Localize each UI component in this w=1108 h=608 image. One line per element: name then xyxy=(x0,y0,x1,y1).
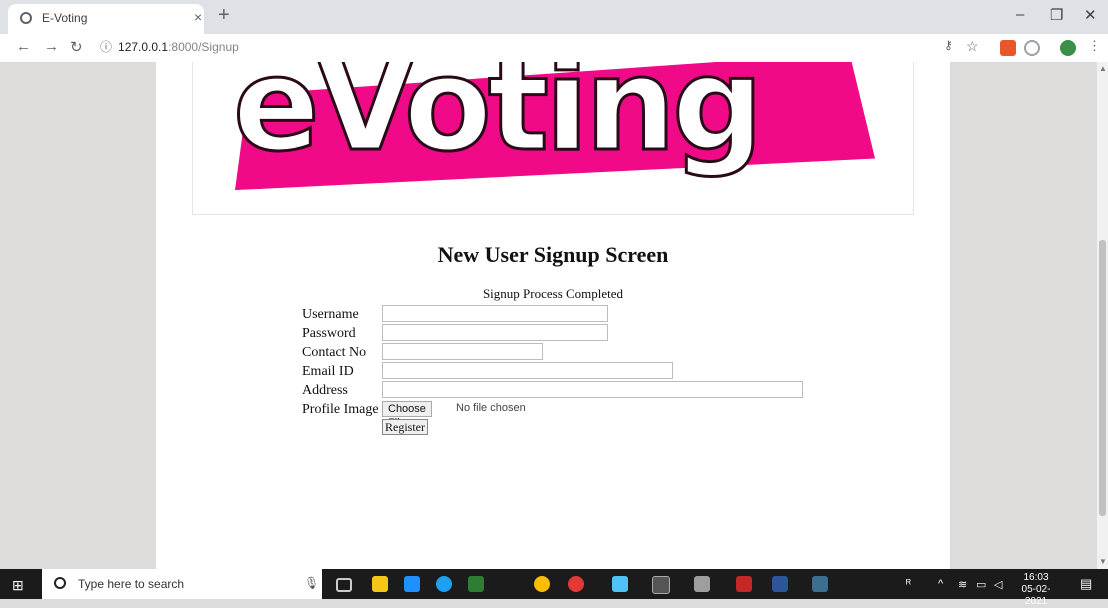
task-view-icon[interactable] xyxy=(336,578,352,592)
chrome-icon[interactable] xyxy=(534,576,550,592)
url-field[interactable]: ⓘ 127.0.0.1:8000/Signup xyxy=(100,38,920,58)
register-button[interactable]: Register xyxy=(382,419,428,435)
microphone-icon[interactable]: 🎙 xyxy=(304,576,319,590)
maximize-button[interactable]: ❐ xyxy=(1050,6,1063,24)
word-icon[interactable] xyxy=(772,576,788,592)
volume-icon[interactable]: ◁ xyxy=(994,578,1002,591)
logo-banner: eVoting xyxy=(192,62,914,215)
minimize-button[interactable]: – xyxy=(1016,6,1024,23)
menu-kebab-icon[interactable]: ⋮ xyxy=(1088,38,1101,54)
paint-icon[interactable] xyxy=(736,576,752,592)
battery-icon[interactable]: ▭ xyxy=(976,578,986,591)
tab-close-button[interactable]: × xyxy=(194,9,202,25)
app-red-icon[interactable] xyxy=(568,576,584,592)
extension-icon[interactable] xyxy=(1000,40,1016,56)
choose-file-button[interactable]: Choose File xyxy=(382,401,432,429)
mail-icon[interactable] xyxy=(404,576,420,592)
address-label: Address xyxy=(302,383,348,398)
profile-image-label: Profile Image xyxy=(302,402,379,417)
username-input[interactable] xyxy=(382,305,608,322)
editor-icon[interactable] xyxy=(694,576,710,592)
clock[interactable]: 16:03 05-02-2021 xyxy=(1012,572,1060,608)
browser-tab-bar: E-Voting × + – ❐ ✕ xyxy=(0,0,1108,34)
key-icon[interactable]: ⚷ xyxy=(944,38,953,52)
notifications-icon[interactable]: ▤ xyxy=(1080,576,1092,592)
scroll-up-icon[interactable]: ▲ xyxy=(1099,64,1107,73)
email-input[interactable] xyxy=(382,362,673,379)
url-path: :8000/Signup xyxy=(168,40,239,54)
wifi-icon[interactable]: ≋ xyxy=(958,578,967,591)
file-explorer-icon[interactable] xyxy=(372,576,388,592)
new-tab-button[interactable]: + xyxy=(218,4,230,27)
taskbar: ⊞ Type here to search 🎙 ᴿ ^ ≋ ▭ ◁ 16:03 … xyxy=(0,569,1108,607)
scroll-down-icon[interactable]: ▼ xyxy=(1099,557,1107,566)
terminal-icon[interactable] xyxy=(652,576,670,594)
close-window-button[interactable]: ✕ xyxy=(1084,6,1097,24)
cortana-icon xyxy=(54,577,66,589)
forward-arrow-icon[interactable]: → xyxy=(44,38,59,55)
status-message: Signup Process Completed xyxy=(482,286,624,301)
address-bar: ← → ↻ ⓘ 127.0.0.1:8000/Signup ⚷ ☆ ⋮ xyxy=(0,34,1108,63)
app-icon[interactable] xyxy=(468,576,484,592)
search-extension-icon[interactable] xyxy=(1024,40,1040,56)
reload-icon[interactable]: ↻ xyxy=(70,38,83,56)
contact-label: Contact No xyxy=(302,345,367,360)
clock-time: 16:03 xyxy=(1023,572,1049,583)
globe-icon xyxy=(20,12,32,24)
page-viewport: eVoting New User Signup Screen Signup Pr… xyxy=(0,62,1097,569)
evoting-logo: eVoting xyxy=(232,62,766,182)
info-icon: ⓘ xyxy=(100,40,113,54)
search-placeholder: Type here to search xyxy=(78,577,185,591)
edge-icon[interactable] xyxy=(436,576,452,592)
store-icon[interactable] xyxy=(612,576,628,592)
no-file-text: No file chosen xyxy=(456,402,526,414)
scrollbar-thumb[interactable] xyxy=(1099,240,1106,516)
profile-avatar-icon[interactable] xyxy=(1060,40,1076,56)
clock-date: 05-02-2021 xyxy=(1021,584,1051,607)
back-arrow-icon[interactable]: ← xyxy=(16,38,31,55)
contact-input[interactable] xyxy=(382,343,543,360)
password-label: Password xyxy=(302,326,356,341)
page-scrollbar[interactable]: ▲ ▼ xyxy=(1097,62,1108,569)
people-icon[interactable]: ᴿ xyxy=(906,578,911,590)
email-label: Email ID xyxy=(302,364,354,379)
taskbar-search[interactable]: Type here to search 🎙 xyxy=(42,569,322,599)
address-input[interactable] xyxy=(382,381,803,398)
windows-start-icon[interactable]: ⊞ xyxy=(12,577,24,594)
tab-title: E-Voting xyxy=(42,11,88,25)
browser-tab[interactable]: E-Voting × xyxy=(8,4,204,34)
page-title: New User Signup Screen xyxy=(437,242,669,267)
show-hidden-icons[interactable]: ^ xyxy=(938,578,943,590)
username-label: Username xyxy=(302,307,359,322)
app-window-icon[interactable] xyxy=(812,576,828,592)
page-content: eVoting New User Signup Screen Signup Pr… xyxy=(156,62,950,569)
password-input[interactable] xyxy=(382,324,608,341)
url-host: 127.0.0.1 xyxy=(118,40,169,54)
star-icon[interactable]: ☆ xyxy=(966,38,979,55)
